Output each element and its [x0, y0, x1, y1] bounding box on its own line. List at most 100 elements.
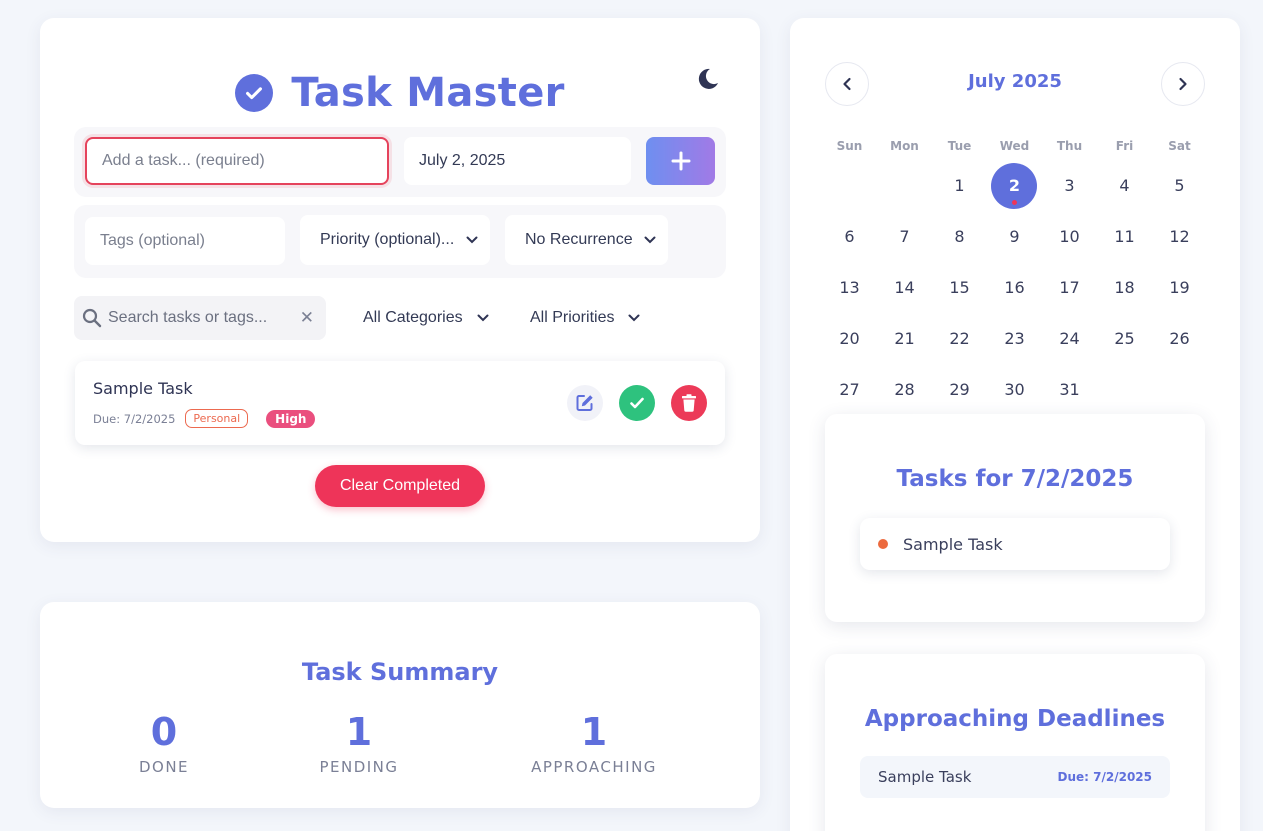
pending-count: 1	[345, 710, 373, 754]
task-item[interactable]: Sample Task Due: 7/2/2025 Personal High	[75, 361, 725, 445]
category-filter[interactable]: All Categories	[363, 300, 489, 336]
calendar-day-number: 10	[1059, 227, 1080, 246]
calendar-day[interactable]: 22	[932, 316, 987, 362]
calendar-day[interactable]: 10	[1042, 214, 1097, 260]
calendar-day[interactable]: 13	[822, 265, 877, 311]
tasks-for-day-title: Tasks for 7/2/2025	[896, 466, 1134, 492]
category-filter-label: All Categories	[363, 309, 463, 326]
calendar-day-number: 29	[949, 380, 970, 399]
task-due-date: Due: 7/2/2025	[93, 411, 176, 426]
task-name: Sample Task	[93, 379, 193, 398]
priority-select-label: Priority (optional)...	[320, 231, 455, 248]
calendar-day[interactable]: 7	[877, 214, 932, 260]
summary-title: Task Summary	[301, 658, 499, 686]
calendar-day[interactable]: 24	[1042, 316, 1097, 362]
calendar-day[interactable]: 26	[1152, 316, 1207, 362]
calendar-day-number: 24	[1059, 329, 1080, 348]
calendar-day-number: 22	[949, 329, 970, 348]
weekday-header: Sun	[836, 139, 863, 153]
calendar-day-number: 16	[1004, 278, 1025, 297]
clear-completed-button[interactable]: Clear Completed	[315, 465, 485, 507]
calendar-day-number: 25	[1114, 329, 1135, 348]
edit-task-button[interactable]	[567, 385, 603, 421]
calendar-day-number: 15	[949, 278, 970, 297]
calendar-day-number: 17	[1059, 278, 1080, 297]
weekday-header: Wed	[999, 139, 1030, 153]
calendar-day[interactable]: 31	[1042, 367, 1097, 413]
done-count: 0	[150, 710, 178, 754]
calendar-day-number: 27	[839, 380, 860, 399]
priority-filter[interactable]: All Priorities	[530, 300, 640, 336]
weekday-header: Mon	[890, 139, 919, 153]
recurrence-select[interactable]: No Recurrence	[505, 215, 668, 265]
weekday-header: Fri	[1115, 139, 1134, 153]
task-summary-card: Task Summary 0 DONE 1 PENDING 1 APPROACH…	[40, 602, 760, 808]
date-input[interactable]: July 2, 2025	[404, 137, 631, 185]
chevron-down-icon	[477, 314, 489, 322]
calendar-day[interactable]: 15	[932, 265, 987, 311]
chevron-down-icon	[644, 236, 656, 244]
calendar-day-number: 14	[894, 278, 915, 297]
plus-icon	[671, 151, 690, 171]
task-tag: Personal	[185, 409, 249, 428]
calendar-day[interactable]: 27	[822, 367, 877, 413]
calendar-day[interactable]: 17	[1042, 265, 1097, 311]
stat-pending: 1 PENDING	[259, 710, 459, 776]
day-task-item[interactable]: Sample Task	[860, 518, 1170, 570]
calendar-day[interactable]: 30	[987, 367, 1042, 413]
calendar-day-number: 5	[1174, 176, 1185, 195]
calendar-day-number: 9	[1009, 227, 1020, 246]
calendar-day[interactable]: 25	[1097, 316, 1152, 362]
calendar-day[interactable]: 12	[1152, 214, 1207, 260]
calendar-day[interactable]: 8	[932, 214, 987, 260]
calendar-day[interactable]: 18	[1097, 265, 1152, 311]
stat-approaching: 1 APPROACHING	[494, 710, 694, 776]
approaching-deadlines-card: Approaching Deadlines Sample Task Due: 7…	[825, 654, 1205, 831]
edit-icon	[576, 395, 593, 411]
calendar-day[interactable]: 9	[987, 214, 1042, 260]
calendar-day[interactable]: 4	[1097, 163, 1152, 209]
complete-task-button[interactable]	[619, 385, 655, 421]
calendar-day[interactable]: 11	[1097, 214, 1152, 260]
calendar-day-selected[interactable]: 2	[987, 163, 1042, 209]
deadline-due-date: Due: 7/2/2025	[1057, 770, 1152, 784]
calendar-day[interactable]: 6	[822, 214, 877, 260]
tags-input[interactable]	[85, 217, 285, 265]
weekday-header: Tue	[947, 139, 972, 153]
calendar-day-number: 26	[1169, 329, 1190, 348]
done-label: DONE	[138, 758, 190, 776]
calendar-day[interactable]: 5	[1152, 163, 1207, 209]
calendar-day[interactable]: 29	[932, 367, 987, 413]
delete-task-button[interactable]	[671, 385, 707, 421]
calendar-day-number: 1	[954, 176, 965, 195]
priority-select[interactable]: Priority (optional)...	[300, 215, 490, 265]
task-dot-icon	[878, 539, 888, 549]
calendar-day-number: 2	[1008, 176, 1021, 195]
calendar-day-number: 23	[1004, 329, 1025, 348]
calendar-day[interactable]: 28	[877, 367, 932, 413]
clear-search-icon[interactable]: ✕	[300, 308, 314, 328]
calendar-day[interactable]: 19	[1152, 265, 1207, 311]
calendar-day-number: 8	[954, 227, 965, 246]
calendar-day-number: 21	[894, 329, 915, 348]
calendar-day[interactable]: 21	[877, 316, 932, 362]
deadline-item[interactable]: Sample Task Due: 7/2/2025	[860, 756, 1170, 798]
calendar-day-number: 6	[844, 227, 855, 246]
deadline-task-name: Sample Task	[878, 768, 972, 786]
calendar-day-number: 7	[899, 227, 910, 246]
calendar-day[interactable]: 16	[987, 265, 1042, 311]
chevron-right-icon	[1179, 77, 1187, 91]
priority-badge: High	[266, 409, 316, 428]
moon-icon[interactable]	[692, 64, 722, 94]
check-icon	[630, 397, 644, 409]
calendar-day[interactable]: 1	[932, 163, 987, 209]
add-task-button[interactable]	[646, 137, 715, 185]
task-input[interactable]	[85, 137, 389, 185]
calendar-day[interactable]: 3	[1042, 163, 1097, 209]
next-month-button[interactable]	[1161, 62, 1205, 106]
search-input[interactable]	[108, 309, 298, 327]
calendar-day[interactable]: 20	[822, 316, 877, 362]
calendar-day[interactable]: 14	[877, 265, 932, 311]
task-meta: Due: 7/2/2025 Personal High	[93, 409, 316, 428]
calendar-day[interactable]: 23	[987, 316, 1042, 362]
